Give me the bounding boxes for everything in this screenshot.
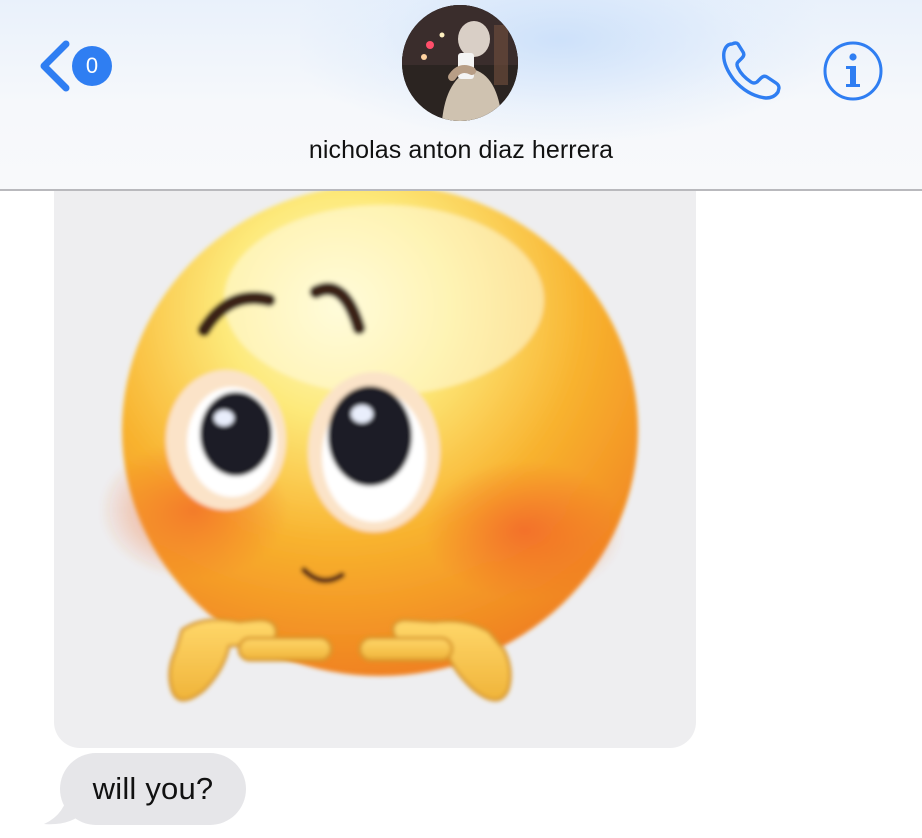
info-button[interactable] xyxy=(822,40,884,102)
contact-photo xyxy=(402,5,518,121)
blushing-emoji-image xyxy=(99,184,638,702)
message-text: will you? xyxy=(92,771,214,806)
call-button[interactable] xyxy=(718,38,784,102)
phone-icon xyxy=(722,41,781,100)
back-button[interactable]: 0 xyxy=(36,38,126,94)
info-icon xyxy=(823,41,883,101)
avatar[interactable] xyxy=(402,5,518,121)
chevron-left-icon xyxy=(40,40,70,92)
messages-screen: will you? 0 nicholas anton diaz herrera xyxy=(0,0,922,838)
conversation-header: 0 nicholas anton diaz herrera xyxy=(0,0,922,191)
text-message-bubble[interactable]: will you? xyxy=(60,753,246,825)
image-message[interactable] xyxy=(54,150,696,748)
contact-name[interactable]: nicholas anton diaz herrera xyxy=(0,136,922,165)
unread-count-badge: 0 xyxy=(72,46,112,86)
